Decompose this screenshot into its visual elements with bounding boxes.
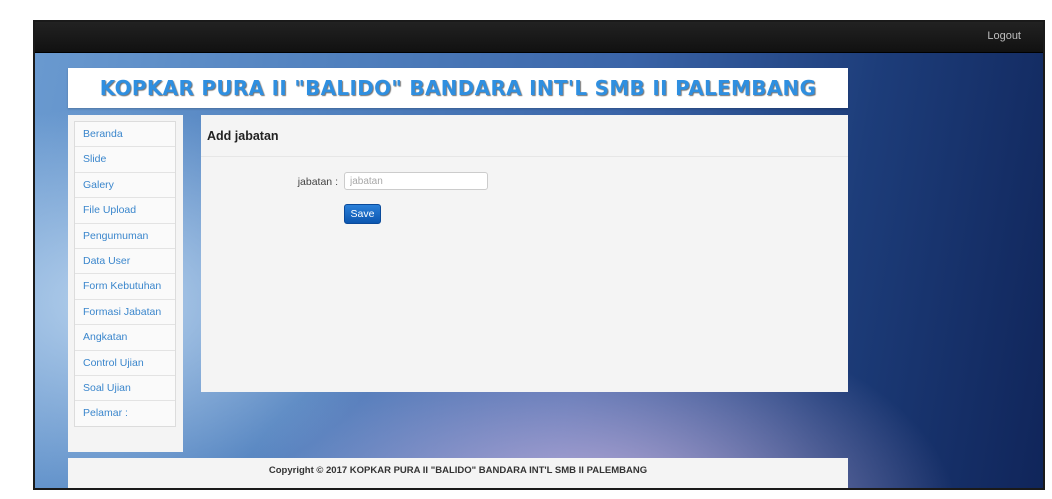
- sidebar-item-soal-ujian[interactable]: Soal Ujian: [75, 376, 175, 402]
- sidebar-item-form-kebutuhan[interactable]: Form Kebutuhan: [75, 274, 175, 300]
- sidebar-item-pengumuman[interactable]: Pengumuman: [75, 224, 175, 249]
- title-divider: [201, 156, 848, 157]
- site-title: KOPKAR PURA II "BALIDO" BANDARA INT'L SM…: [99, 76, 817, 100]
- browser-viewport: Logout KOPKAR PURA II "BALIDO" BANDARA I…: [33, 20, 1045, 490]
- sidebar-item-slide[interactable]: Slide: [75, 147, 175, 173]
- sidebar-item-galery[interactable]: Galery: [75, 173, 175, 199]
- footer: Copyright © 2017 KOPKAR PURA II "BALIDO"…: [68, 458, 848, 488]
- copyright-text: Copyright © 2017 KOPKAR PURA II "BALIDO"…: [268, 465, 648, 476]
- sidebar-menu: Beranda Slide Galery File Upload Pengumu…: [74, 121, 176, 427]
- jabatan-input[interactable]: [344, 172, 488, 190]
- top-navbar: Logout: [35, 22, 1043, 53]
- jabatan-label: jabatan :: [297, 176, 338, 188]
- sidebar-item-formasi-jabatan[interactable]: Formasi Jabatan: [75, 300, 175, 326]
- site-banner: KOPKAR PURA II "BALIDO" BANDARA INT'L SM…: [68, 68, 848, 108]
- logout-link[interactable]: Logout: [987, 30, 1021, 42]
- sidebar-item-angkatan[interactable]: Angkatan: [75, 325, 175, 351]
- sidebar: Beranda Slide Galery File Upload Pengumu…: [68, 115, 183, 452]
- sidebar-item-file-upload[interactable]: File Upload: [75, 198, 175, 224]
- main-content-panel: Add jabatan jabatan : Save: [201, 115, 848, 392]
- sidebar-item-pelamar[interactable]: Pelamar :: [75, 401, 175, 425]
- sidebar-item-data-user[interactable]: Data User: [75, 249, 175, 275]
- sidebar-item-control-ujian[interactable]: Control Ujian: [75, 351, 175, 376]
- sidebar-item-beranda[interactable]: Beranda: [75, 122, 175, 148]
- page-title: Add jabatan: [207, 129, 279, 143]
- save-button[interactable]: Save: [344, 204, 381, 224]
